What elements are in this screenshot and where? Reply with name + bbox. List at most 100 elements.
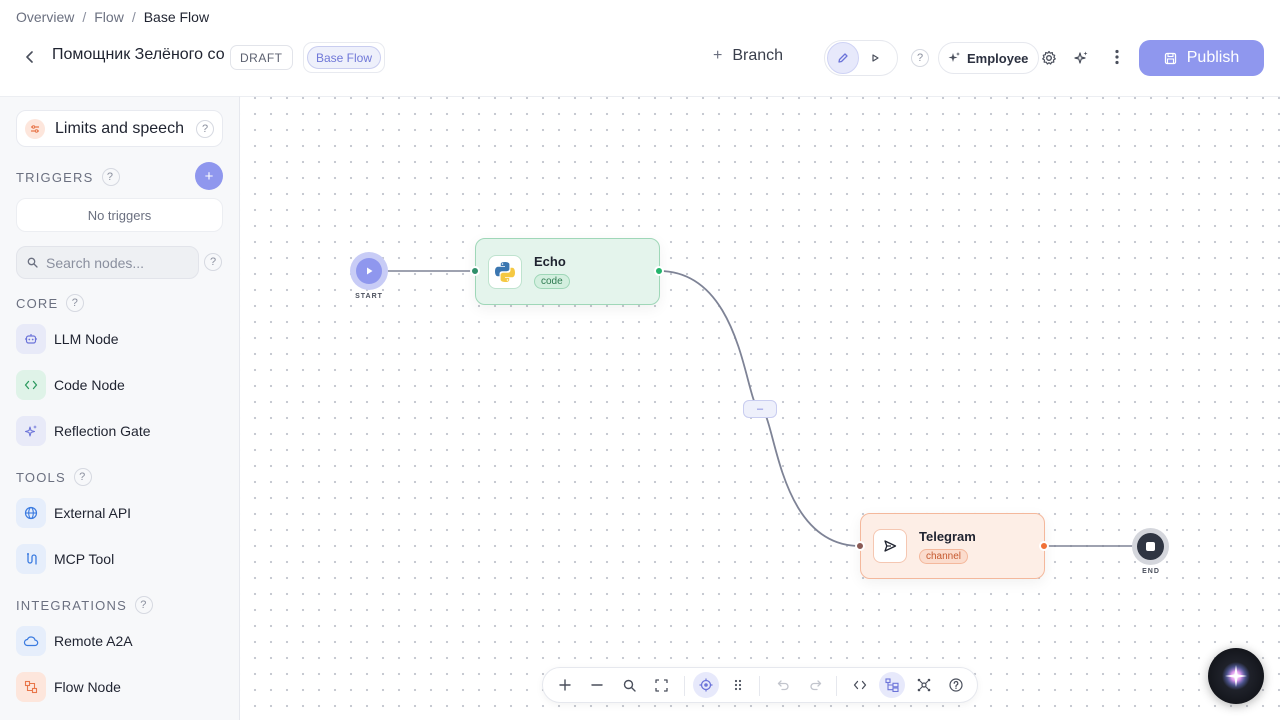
zoom-in-button[interactable] bbox=[552, 672, 578, 698]
redo-button[interactable] bbox=[802, 672, 828, 698]
settings-button[interactable] bbox=[1038, 47, 1060, 69]
edge-midpoint-button[interactable]: – bbox=[743, 400, 777, 418]
palette-item-label: Flow Node bbox=[54, 679, 121, 695]
search-nodes-field[interactable] bbox=[16, 246, 199, 279]
play-icon bbox=[356, 258, 382, 284]
help-icon[interactable]: ? bbox=[66, 294, 85, 312]
plus-icon: + bbox=[713, 47, 723, 64]
echo-output-port[interactable] bbox=[654, 266, 664, 276]
node-type-tag: code bbox=[534, 274, 570, 289]
palette-item-label: Reflection Gate bbox=[54, 423, 151, 439]
flow-pill-label: Base Flow bbox=[307, 46, 382, 69]
python-icon bbox=[488, 254, 522, 289]
zoom-out-button[interactable] bbox=[584, 672, 610, 698]
triggers-heading: TRIGGERS ? bbox=[16, 168, 120, 186]
edit-mode-button[interactable] bbox=[827, 42, 859, 74]
minus-icon bbox=[591, 684, 603, 686]
grip-icon bbox=[734, 679, 742, 691]
breadcrumb-overview[interactable]: Overview bbox=[16, 9, 74, 25]
help-icon[interactable]: ? bbox=[196, 119, 214, 138]
assistant-orb-button[interactable] bbox=[1208, 648, 1264, 704]
breadcrumb-flow[interactable]: Flow bbox=[94, 9, 124, 25]
network-icon bbox=[917, 678, 931, 692]
breadcrumb-separator: / bbox=[131, 9, 136, 25]
tools-label: TOOLS bbox=[16, 469, 66, 485]
telegram-output-port[interactable] bbox=[1039, 541, 1049, 551]
plug-icon bbox=[16, 544, 46, 574]
more-menu-button[interactable] bbox=[1106, 46, 1128, 68]
canvas-toolbar bbox=[542, 667, 978, 703]
palette-item-code-node[interactable]: Code Node bbox=[16, 369, 125, 401]
sparkle-icon bbox=[16, 416, 46, 446]
employee-button[interactable]: Employee bbox=[938, 42, 1040, 74]
palette-item-mcp-tool[interactable]: MCP Tool bbox=[16, 543, 114, 575]
telegram-node[interactable]: Telegram channel bbox=[860, 513, 1045, 579]
pencil-icon bbox=[838, 53, 848, 63]
no-triggers-placeholder: No triggers bbox=[16, 198, 223, 232]
end-node[interactable] bbox=[1132, 528, 1169, 565]
help-button[interactable] bbox=[943, 672, 969, 698]
question-circle-icon bbox=[949, 678, 963, 692]
help-icon[interactable]: ? bbox=[911, 49, 929, 67]
core-heading: CORE ? bbox=[16, 294, 85, 312]
palette-item-label: LLM Node bbox=[54, 331, 119, 347]
flow-selector[interactable]: Base Flow bbox=[303, 42, 386, 73]
palette-item-label: External API bbox=[54, 505, 132, 521]
search-nodes-input[interactable] bbox=[46, 254, 186, 271]
focus-button[interactable] bbox=[693, 672, 719, 698]
sparkle-icon bbox=[948, 52, 960, 62]
sparkle-orb-icon bbox=[1222, 662, 1250, 690]
palette-item-flow-node[interactable]: Flow Node bbox=[16, 671, 121, 703]
more-vertical-icon bbox=[1115, 49, 1119, 65]
help-icon[interactable]: ? bbox=[73, 468, 92, 486]
echo-node[interactable]: Echo code bbox=[475, 238, 660, 305]
code-view-button[interactable] bbox=[847, 672, 873, 698]
auto-layout-button[interactable] bbox=[879, 672, 905, 698]
palette-item-label: Remote A2A bbox=[54, 633, 133, 649]
mode-toggle bbox=[824, 40, 898, 76]
add-trigger-button[interactable]: + bbox=[195, 162, 223, 190]
breadcrumb-current: Base Flow bbox=[143, 9, 210, 25]
palette-item-llm-node[interactable]: LLM Node bbox=[16, 323, 119, 355]
status-badge: DRAFT bbox=[230, 45, 293, 70]
help-icon[interactable]: ? bbox=[134, 596, 153, 614]
run-mode-button[interactable] bbox=[859, 42, 891, 74]
end-label: END bbox=[1142, 568, 1160, 575]
help-icon[interactable]: ? bbox=[204, 253, 222, 271]
fullscreen-icon bbox=[654, 678, 668, 692]
flow-title[interactable]: Помощник Зелёного со bbox=[52, 46, 224, 64]
employee-label: Employee bbox=[967, 50, 1029, 66]
integrations-label: INTEGRATIONS bbox=[16, 597, 127, 613]
magnifier-icon bbox=[623, 679, 636, 692]
start-label: START bbox=[355, 293, 383, 300]
palette-item-label: Code Node bbox=[54, 377, 125, 393]
graph-view-button[interactable] bbox=[911, 672, 937, 698]
zoom-search-button[interactable] bbox=[616, 672, 642, 698]
drag-handle-button[interactable] bbox=[725, 672, 751, 698]
publish-button[interactable]: Publish bbox=[1139, 40, 1264, 76]
undo-button[interactable] bbox=[770, 672, 796, 698]
globe-icon bbox=[16, 498, 46, 528]
echo-input-port[interactable] bbox=[470, 266, 480, 276]
core-label: CORE bbox=[16, 295, 59, 311]
fit-view-button[interactable] bbox=[648, 672, 674, 698]
layout-tree-icon bbox=[885, 678, 899, 692]
palette-item-external-api[interactable]: External API bbox=[16, 497, 131, 529]
palette-item-remote-a2a[interactable]: Remote A2A bbox=[16, 625, 133, 657]
node-title: Echo bbox=[534, 254, 566, 269]
code-icon bbox=[853, 680, 867, 690]
palette-item-reflection-gate[interactable]: Reflection Gate bbox=[16, 415, 151, 447]
undo-icon bbox=[777, 680, 789, 691]
branch-button[interactable]: + Branch bbox=[713, 47, 783, 65]
code-icon bbox=[16, 370, 46, 400]
ai-assist-button[interactable] bbox=[1070, 47, 1092, 69]
limits-card-label: Limits and speech bbox=[55, 119, 184, 137]
limits-and-speech-card[interactable]: Limits and speech ? bbox=[16, 110, 223, 147]
help-icon[interactable]: ? bbox=[101, 168, 120, 186]
flow-icon bbox=[16, 672, 46, 702]
start-node[interactable] bbox=[350, 252, 388, 290]
sliders-icon bbox=[25, 118, 45, 139]
telegram-input-port[interactable] bbox=[855, 541, 865, 551]
back-button[interactable] bbox=[20, 47, 40, 67]
publish-label: Publish bbox=[1186, 49, 1240, 66]
